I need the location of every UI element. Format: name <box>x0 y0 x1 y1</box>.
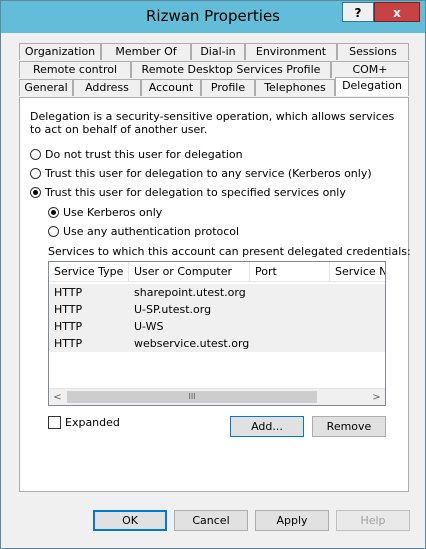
help-button[interactable]: Help <box>336 510 410 531</box>
tab-organization[interactable]: Organization <box>19 43 101 60</box>
tab-sessions[interactable]: Sessions <box>337 43 409 60</box>
tab-account[interactable]: Account <box>141 79 201 96</box>
title-bar[interactable]: Rizwan Properties ? x <box>1 1 425 33</box>
option-any-protocol-label: Use any authentication protocol <box>63 225 240 238</box>
horizontal-scrollbar[interactable]: < III > <box>49 388 385 405</box>
cell-user-or-computer: U-SP.utest.org <box>134 303 212 316</box>
tab-environment[interactable]: Environment <box>245 43 337 60</box>
expanded-label: Expanded <box>65 416 120 429</box>
option-kerberos-only-label: Use Kerberos only <box>63 206 163 219</box>
radio-specified-services[interactable] <box>30 187 41 198</box>
column-port[interactable]: Port <box>250 262 330 282</box>
properties-window: Rizwan Properties ? x Organization Membe… <box>0 0 426 549</box>
tab-remote-control[interactable]: Remote control <box>19 61 131 78</box>
services-label: Services to which this account can prese… <box>48 245 411 258</box>
table-row[interactable]: HTTP webservice.utest.org <box>49 335 385 352</box>
scroll-thumb[interactable]: III <box>67 391 317 403</box>
cell-service-type: HTTP <box>54 303 83 316</box>
services-list-header: Service Type User or Computer Port Servi… <box>49 262 385 282</box>
tab-member-of[interactable]: Member Of <box>101 43 191 60</box>
cell-user-or-computer: U-WS <box>134 320 164 333</box>
ok-button[interactable]: OK <box>93 510 167 531</box>
column-user-or-computer[interactable]: User or Computer <box>129 262 250 282</box>
delegation-panel: Delegation is a security-sensitive opera… <box>19 97 411 492</box>
help-title-button[interactable]: ? <box>342 2 374 22</box>
add-button[interactable]: Add... <box>230 416 304 437</box>
radio-any-protocol[interactable] <box>48 226 59 237</box>
apply-button[interactable]: Apply <box>255 510 329 531</box>
tab-profile[interactable]: Profile <box>201 79 255 96</box>
close-button[interactable]: x <box>374 2 420 22</box>
option-any-service-label: Trust this user for delegation to any se… <box>45 167 372 180</box>
table-row[interactable]: HTTP sharepoint.utest.org <box>49 284 385 301</box>
option-no-delegation[interactable]: Do not trust this user for delegation <box>30 148 243 162</box>
option-kerberos-only[interactable]: Use Kerberos only <box>48 206 162 220</box>
radio-kerberos-only[interactable] <box>48 207 59 218</box>
radio-any-service[interactable] <box>30 168 41 179</box>
radio-no-delegation[interactable] <box>30 149 41 160</box>
tab-delegation[interactable]: Delegation <box>335 77 409 96</box>
table-row[interactable]: HTTP U-SP.utest.org <box>49 301 385 318</box>
tab-telephones[interactable]: Telephones <box>255 79 335 96</box>
expanded-checkbox-row[interactable]: Expanded <box>48 416 120 430</box>
services-list[interactable]: Service Type User or Computer Port Servi… <box>48 261 386 406</box>
tab-address[interactable]: Address <box>73 79 141 96</box>
tab-remote-desktop-services-profile[interactable]: Remote Desktop Services Profile <box>131 61 331 78</box>
tab-general[interactable]: General <box>19 79 73 96</box>
option-specified-services-label: Trust this user for delegation to specif… <box>45 186 346 199</box>
column-service-name[interactable]: Service Na <box>330 262 385 282</box>
option-no-delegation-label: Do not trust this user for delegation <box>45 148 243 161</box>
tab-com-plus[interactable]: COM+ <box>331 61 409 78</box>
option-specified-services[interactable]: Trust this user for delegation to specif… <box>30 186 346 200</box>
scroll-left-icon[interactable]: < <box>49 389 66 405</box>
cell-service-type: HTTP <box>54 286 83 299</box>
delegation-description: Delegation is a security-sensitive opera… <box>30 110 395 136</box>
tab-dial-in[interactable]: Dial-in <box>191 43 245 60</box>
option-any-protocol[interactable]: Use any authentication protocol <box>48 225 239 239</box>
cancel-button[interactable]: Cancel <box>174 510 248 531</box>
column-service-type[interactable]: Service Type <box>49 262 129 282</box>
remove-button[interactable]: Remove <box>312 416 386 437</box>
expanded-checkbox[interactable] <box>48 416 61 429</box>
cell-user-or-computer: sharepoint.utest.org <box>134 286 246 299</box>
cell-service-type: HTTP <box>54 337 83 350</box>
table-row[interactable]: HTTP U-WS <box>49 318 385 335</box>
cell-user-or-computer: webservice.utest.org <box>134 337 250 350</box>
cell-service-type: HTTP <box>54 320 83 333</box>
services-rows: HTTP sharepoint.utest.org HTTP U-SP.utes… <box>49 284 385 352</box>
option-any-service[interactable]: Trust this user for delegation to any se… <box>30 167 372 181</box>
scroll-right-icon[interactable]: > <box>368 389 385 405</box>
